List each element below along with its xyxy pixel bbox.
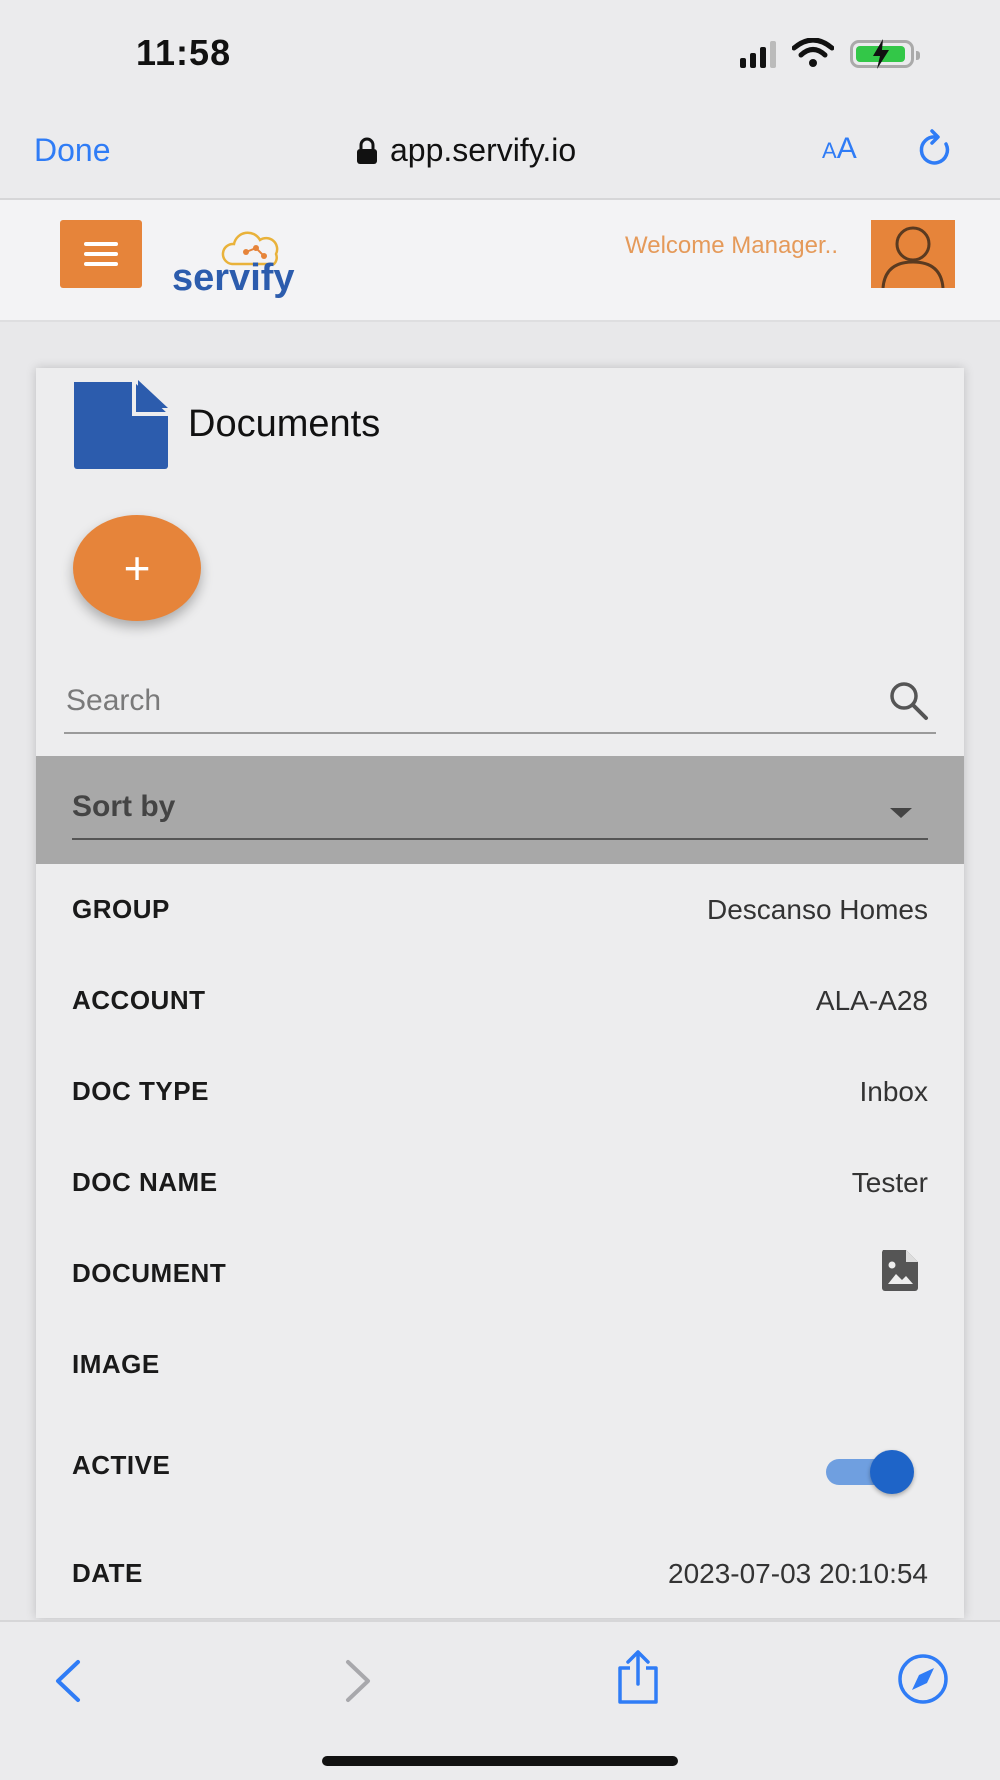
sort-dropdown[interactable]: Sort by [36, 756, 964, 864]
avatar[interactable] [871, 220, 955, 288]
browser-bar: Done app.servify.io AA [0, 110, 1000, 200]
document-image-icon[interactable] [880, 1248, 920, 1292]
reload-icon[interactable] [916, 128, 956, 172]
detail-row-image: IMAGE [72, 1349, 160, 1379]
lock-icon [357, 137, 377, 164]
address-bar[interactable]: app.servify.io [356, 132, 576, 169]
page-header: Documents [72, 378, 380, 470]
back-icon[interactable] [50, 1656, 86, 1706]
hamburger-menu-button[interactable] [60, 220, 142, 288]
detail-row-doc-name: DOC NAME Tester [72, 1167, 928, 1198]
active-toggle[interactable] [826, 1450, 914, 1494]
detail-row-doc-type: DOC TYPE Inbox [72, 1076, 928, 1107]
detail-row-date: DATE 2023-07-03 20:10:54 [72, 1558, 928, 1589]
status-bar: 11:58 [0, 0, 1000, 110]
add-document-button[interactable]: + [73, 515, 201, 621]
forward-icon[interactable] [340, 1656, 376, 1706]
home-indicator [322, 1756, 678, 1766]
compass-icon[interactable] [896, 1652, 950, 1706]
search-icon[interactable] [886, 678, 930, 722]
user-icon [881, 226, 945, 288]
url-text: app.servify.io [390, 132, 577, 168]
logo-text: servify [172, 257, 295, 299]
detail-row-account: ACCOUNT ALA-A28 [72, 985, 928, 1016]
documents-card: Documents + Sort by GROUP Descanso Homes… [36, 368, 964, 1618]
document-details: GROUP Descanso Homes ACCOUNT ALA-A28 DOC… [36, 864, 964, 1609]
document-icon [74, 380, 168, 469]
detail-row-document: DOCUMENT [36, 1228, 964, 1319]
done-button[interactable]: Done [34, 132, 111, 169]
search-field [64, 668, 936, 734]
browser-toolbar [0, 1620, 1000, 1780]
status-time: 11:58 [136, 32, 232, 73]
status-icons [740, 38, 920, 69]
battery-charging-icon [850, 39, 920, 69]
page-title: Documents [188, 402, 381, 445]
chevron-down-icon [890, 808, 912, 818]
search-input[interactable] [64, 678, 868, 724]
servify-logo[interactable]: servify [172, 230, 342, 300]
wifi-icon [792, 38, 834, 67]
detail-row-active: ACTIVE [36, 1410, 964, 1518]
text-size-button[interactable]: AA [822, 132, 857, 166]
app-header: servify Welcome Manager.. [0, 200, 1000, 322]
detail-row-group: GROUP Descanso Homes [72, 894, 928, 925]
sort-label: Sort by [72, 790, 176, 823]
share-icon[interactable] [612, 1648, 664, 1706]
signal-icon [740, 40, 776, 68]
welcome-text: Welcome Manager.. [625, 232, 838, 259]
